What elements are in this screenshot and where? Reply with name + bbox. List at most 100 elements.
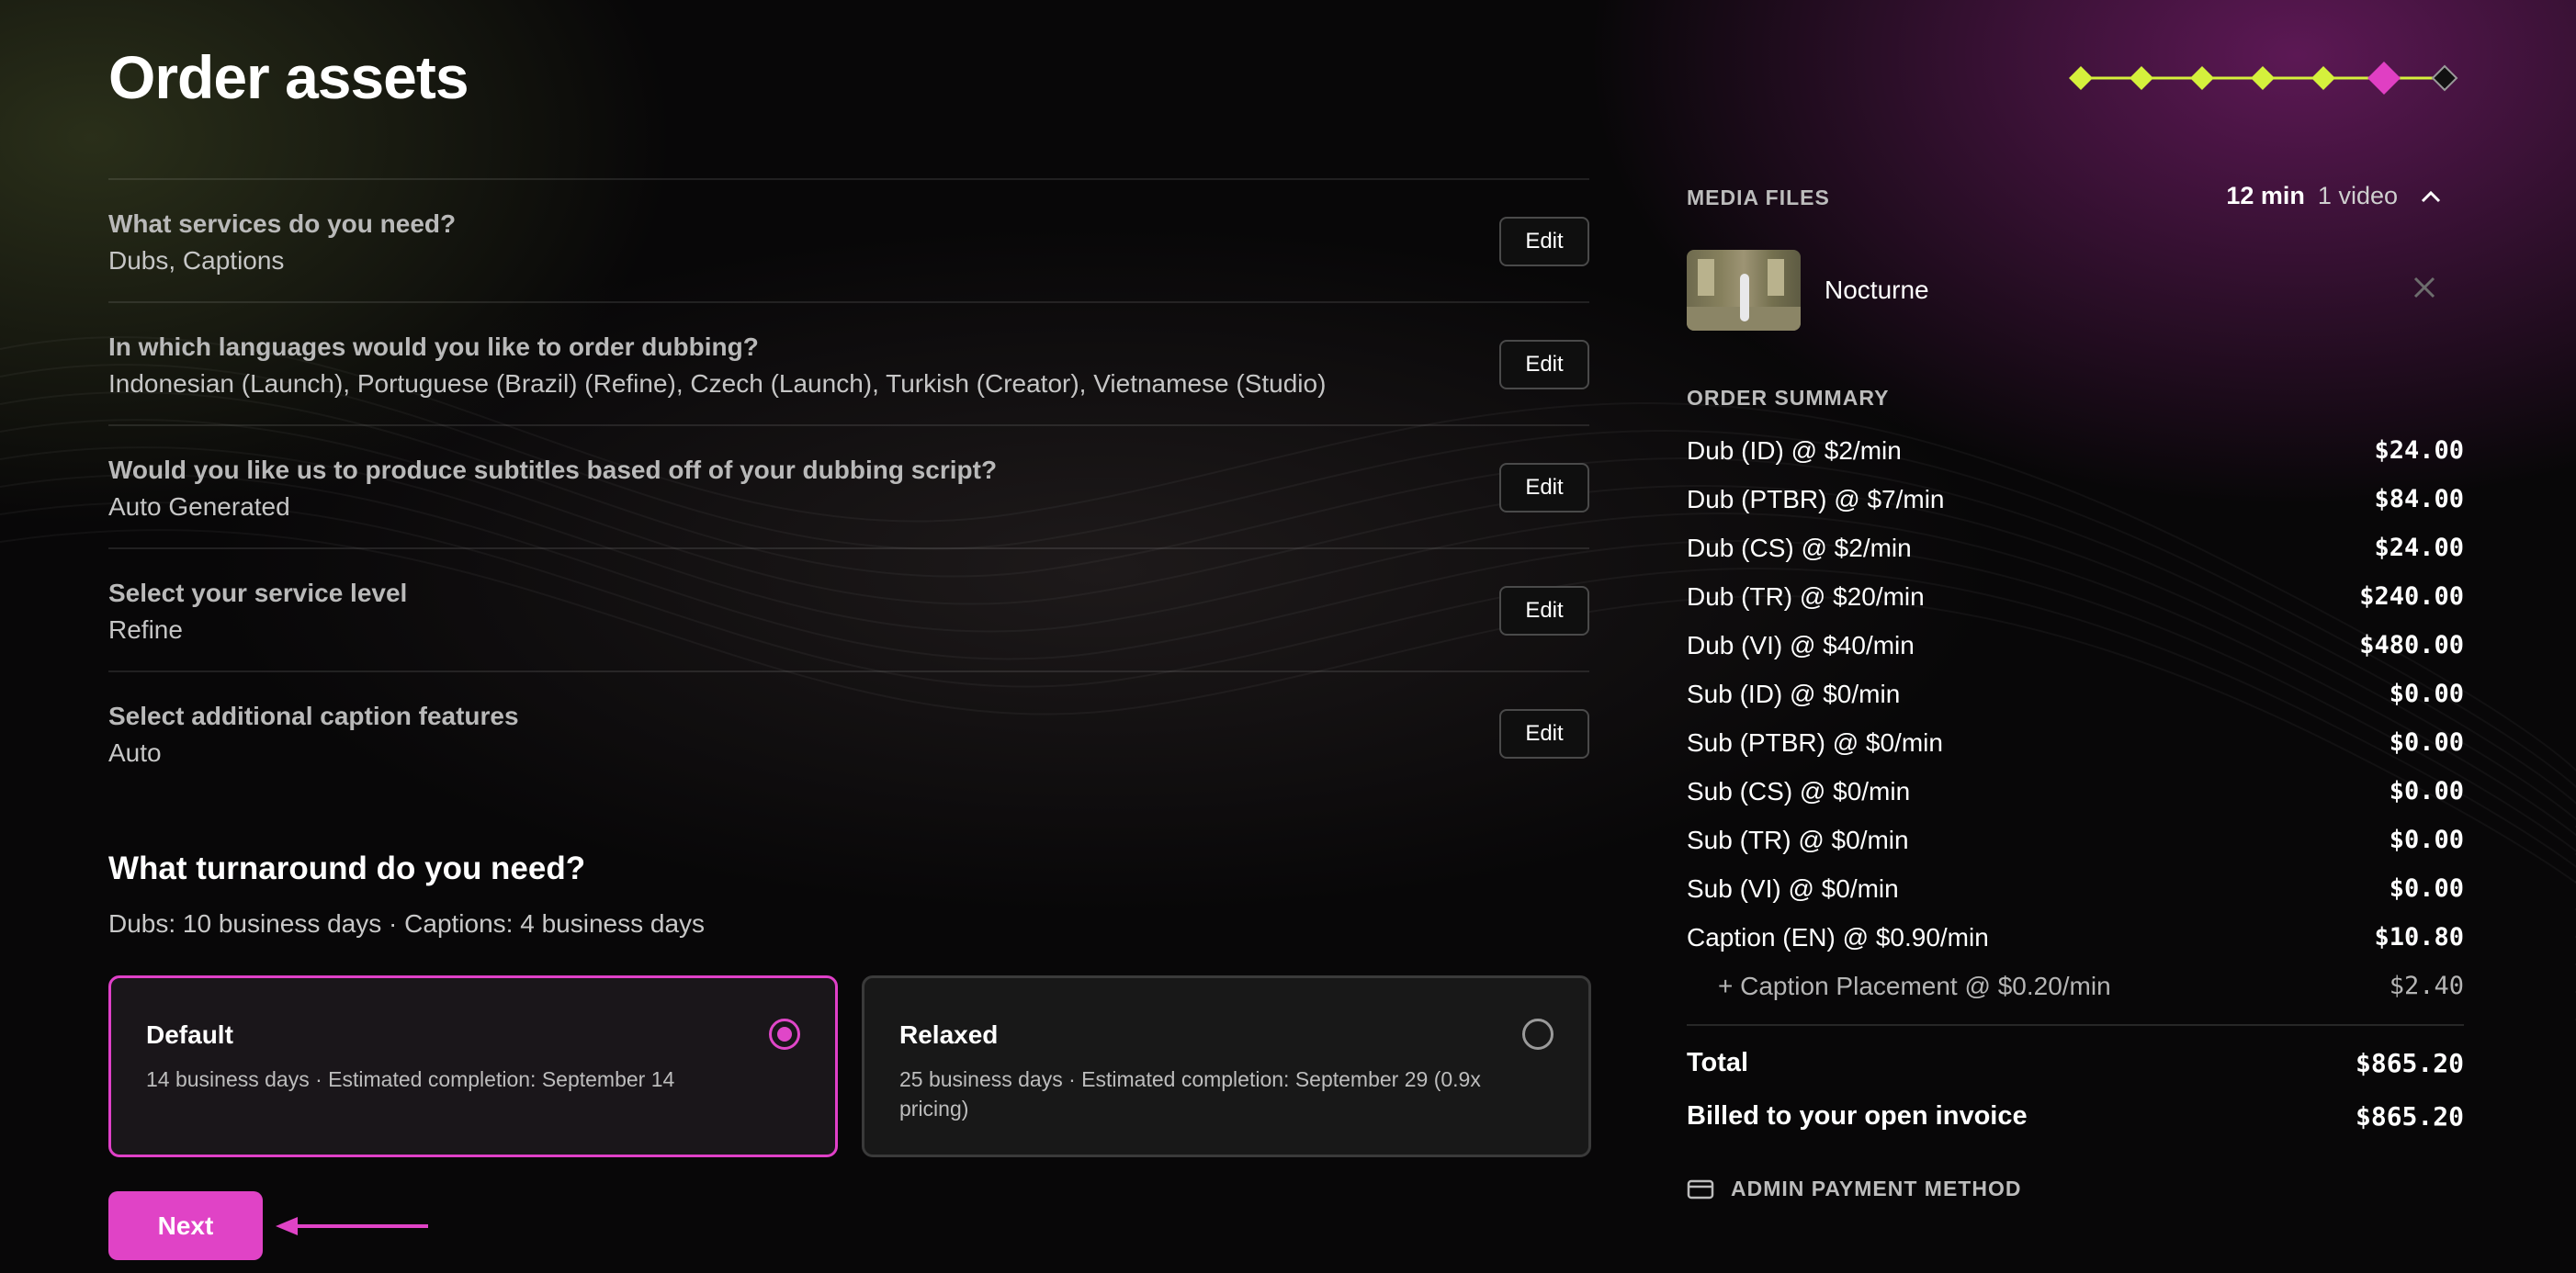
question-row-caption-features: Select additional caption features Auto …	[108, 670, 1589, 794]
line-label: Dub (VI) @ $40/min	[1687, 631, 1915, 659]
question-row-service-level: Select your service level Refine Edit	[108, 547, 1589, 670]
edit-languages-button[interactable]: Edit	[1499, 340, 1589, 389]
close-icon[interactable]	[2412, 276, 2436, 304]
step-complete	[2311, 66, 2335, 90]
line-label: Sub (ID) @ $0/min	[1687, 680, 1901, 708]
line-amount: $240.00	[2359, 582, 2464, 611]
summary-line: Dub (TR) @ $20/min $240.00	[1687, 573, 2464, 622]
line-label: Caption (EN) @ $0.90/min	[1687, 923, 1989, 952]
edit-services-button[interactable]: Edit	[1499, 217, 1589, 266]
line-label: + Caption Placement @ $0.20/min	[1718, 972, 2111, 1000]
billed-amount: $865.20	[2355, 1101, 2464, 1132]
billed-label: Billed to your open invoice	[1687, 1101, 2028, 1131]
summary-subline: + Caption Placement @ $0.20/min $2.40	[1687, 963, 2464, 1011]
summary-line: Dub (ID) @ $2/min $24.00	[1687, 427, 2464, 476]
line-amount: $0.00	[2389, 728, 2464, 757]
step-complete	[2069, 66, 2093, 90]
step-complete	[2251, 66, 2275, 90]
line-label: Sub (CS) @ $0/min	[1687, 777, 1911, 805]
line-label: Dub (TR) @ $20/min	[1687, 582, 1925, 611]
question-label: In which languages would you like to ord…	[108, 332, 759, 361]
line-amount: $0.00	[2389, 826, 2464, 854]
question-label: What services do you need?	[108, 209, 457, 238]
order-sidebar: MEDIA FILES 12 min 1 video Nocturne ORDE…	[1687, 175, 2464, 1210]
line-amount: $0.00	[2389, 777, 2464, 805]
page-title: Order assets	[108, 43, 469, 111]
question-row-subtitles: Would you like us to produce subtitles b…	[108, 424, 1589, 547]
answer-value: Auto	[108, 738, 162, 767]
answer-value: Indonesian (Launch), Portuguese (Brazil)…	[108, 369, 1327, 398]
line-label: Dub (ID) @ $2/min	[1687, 436, 1902, 465]
media-count: 1 video	[2317, 182, 2398, 209]
chevron-up-icon[interactable]	[2420, 189, 2442, 204]
question-label: Select additional caption features	[108, 702, 519, 730]
line-label: Sub (PTBR) @ $0/min	[1687, 728, 1943, 757]
question-row-services: What services do you need? Dubs, Caption…	[108, 178, 1589, 301]
option-name: Default	[146, 1020, 233, 1049]
line-amount: $0.00	[2389, 874, 2464, 903]
summary-line: Sub (ID) @ $0/min $0.00	[1687, 670, 2464, 719]
line-label: Dub (CS) @ $2/min	[1687, 534, 1912, 562]
edit-caption-features-button[interactable]: Edit	[1499, 709, 1589, 759]
step-current	[2367, 62, 2401, 95]
line-amount: $84.00	[2374, 485, 2464, 513]
summary-line: Sub (VI) @ $0/min $0.00	[1687, 865, 2464, 914]
step-pending	[2431, 64, 2458, 92]
media-files-meta: 12 min 1 video	[2226, 182, 2442, 210]
question-list: What services do you need? Dubs, Caption…	[108, 178, 1589, 794]
summary-line: Dub (CS) @ $2/min $24.00	[1687, 524, 2464, 573]
question-label: Would you like us to produce subtitles b…	[108, 456, 998, 484]
line-label: Sub (TR) @ $0/min	[1687, 826, 1909, 854]
radio-selected[interactable]	[769, 1019, 800, 1050]
media-files-header: MEDIA FILES 12 min 1 video	[1687, 175, 2464, 222]
media-file-item: Nocturne	[1687, 250, 2464, 331]
summary-line: Sub (CS) @ $0/min $0.00	[1687, 768, 2464, 817]
payment-method[interactable]: ADMIN PAYMENT METHOD	[1687, 1173, 2464, 1210]
line-label: Dub (PTBR) @ $7/min	[1687, 485, 1945, 513]
order-summary-label: ORDER SUMMARY	[1687, 386, 1890, 410]
total-label: Total	[1687, 1048, 1749, 1077]
question-row-languages: In which languages would you like to ord…	[108, 301, 1589, 424]
line-amount: $2.40	[2389, 972, 2464, 1000]
turnaround-subtitle: Dubs: 10 business days · Captions: 4 bus…	[108, 909, 706, 938]
turnaround-option-default[interactable]: Default 14 business days · Estimated com…	[108, 975, 838, 1157]
option-description: 14 business days · Estimated completion:…	[146, 1067, 675, 1091]
turnaround-option-relaxed[interactable]: Relaxed 25 business days · Estimated com…	[862, 975, 1591, 1157]
summary-line: Dub (PTBR) @ $7/min $84.00	[1687, 476, 2464, 524]
line-label: Sub (VI) @ $0/min	[1687, 874, 1899, 903]
question-label: Select your service level	[108, 579, 408, 607]
progress-stepper	[2069, 62, 2458, 95]
edit-service-level-button[interactable]: Edit	[1499, 586, 1589, 636]
answer-value: Auto Generated	[108, 492, 290, 521]
credit-card-icon	[1687, 1178, 1714, 1205]
step-complete	[2190, 66, 2214, 90]
total-row: Total $865.20	[1687, 1035, 2464, 1088]
line-amount: $0.00	[2389, 680, 2464, 708]
media-duration: 12 min	[2226, 182, 2305, 209]
radio-unselected[interactable]	[1522, 1019, 1554, 1050]
option-name: Relaxed	[899, 1020, 999, 1049]
line-amount: $24.00	[2374, 436, 2464, 465]
media-file-name: Nocturne	[1825, 276, 1929, 304]
video-thumbnail	[1687, 250, 1801, 331]
answer-value: Dubs, Captions	[108, 246, 285, 275]
summary-divider	[1687, 1024, 2464, 1026]
step-complete	[2130, 66, 2153, 90]
payment-method-label: ADMIN PAYMENT METHOD	[1731, 1177, 2022, 1200]
line-amount: $10.80	[2374, 923, 2464, 952]
summary-line: Caption (EN) @ $0.90/min $10.80	[1687, 914, 2464, 963]
answer-value: Refine	[108, 615, 183, 644]
option-description: 25 business days · Estimated completion:…	[899, 1067, 1481, 1121]
line-amount: $24.00	[2374, 534, 2464, 562]
turnaround-title: What turnaround do you need?	[108, 851, 586, 886]
media-files-label: MEDIA FILES	[1687, 186, 1830, 209]
edit-subtitles-button[interactable]: Edit	[1499, 463, 1589, 513]
summary-line: Dub (VI) @ $40/min $480.00	[1687, 622, 2464, 670]
next-button[interactable]: Next	[108, 1191, 263, 1260]
total-amount: $865.20	[2355, 1048, 2464, 1078]
summary-line: Sub (TR) @ $0/min $0.00	[1687, 817, 2464, 865]
order-summary-lines: Dub (ID) @ $2/min $24.00 Dub (PTBR) @ $7/…	[1687, 427, 2464, 1011]
billed-row: Billed to your open invoice $865.20	[1687, 1088, 2464, 1142]
line-amount: $480.00	[2359, 631, 2464, 659]
summary-line: Sub (PTBR) @ $0/min $0.00	[1687, 719, 2464, 768]
